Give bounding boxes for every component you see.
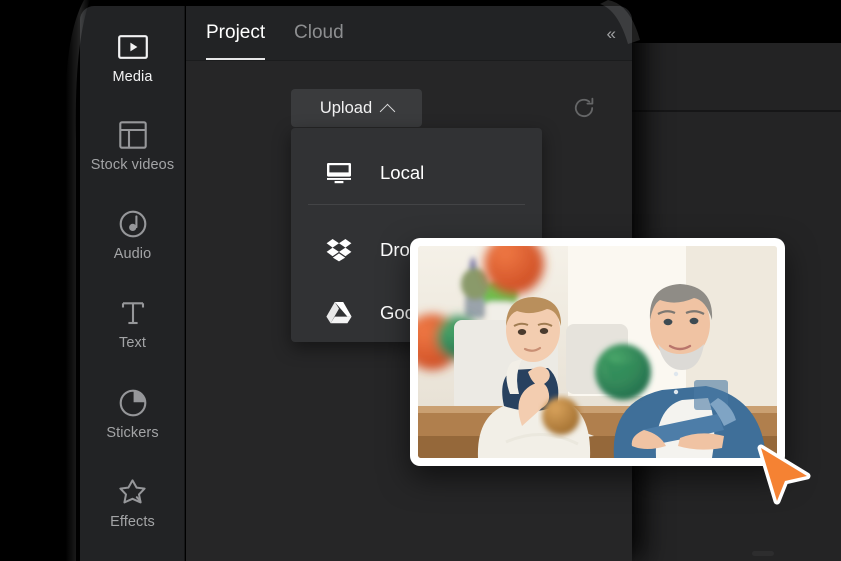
sidebar-item-label: Media [112,69,153,85]
background-app-divider [628,110,841,112]
upload-button-label: Upload [319,98,373,117]
tab-label: Cloud [294,22,344,43]
media-play-rectangle-icon [80,30,185,64]
stock-videos-layout-icon [80,118,185,152]
refresh-icon[interactable] [573,97,595,124]
google-drive-icon [326,300,352,326]
photo-illustration [418,246,777,458]
sidebar-item-effects[interactable]: Effects [80,475,185,531]
sidebar-item-media[interactable]: Media [80,30,185,86]
sidebar-rail: Media Stock videos Audio Text Stickers E… [80,6,185,561]
panel-tabbar: Project Cloud « [186,6,632,61]
effects-star-icon [80,475,185,509]
text-t-icon [80,296,185,330]
menu-item-local[interactable]: Local [291,141,542,204]
sidebar-item-label: Stock videos [90,157,175,173]
dropbox-icon [326,237,352,263]
media-thumbnail-card[interactable] [410,238,785,466]
tab-project[interactable]: Project [206,22,266,60]
tab-label: Project [206,22,266,43]
sidebar-item-label: Effects [110,514,155,530]
sidebar-item-label: Audio [113,246,152,262]
menu-mid-padding [291,205,542,218]
audio-note-icon [80,207,185,241]
panel-toolbar: Upload [186,61,632,131]
sidebar-item-label: Text [119,335,146,351]
screenshot-root: Media Stock videos Audio Text Stickers E… [0,0,841,561]
upload-button[interactable]: Upload [291,89,422,127]
media-thumbnail-photo [418,246,777,458]
stickers-circle-icon [80,386,185,420]
chevron-up-icon [379,103,396,119]
menu-item-label: Local [380,161,425,183]
double-chevron-left-icon[interactable]: « [607,24,617,44]
tab-cloud[interactable]: Cloud [294,22,344,44]
sidebar-item-audio[interactable]: Audio [80,207,185,263]
tab-active-underline [206,58,266,60]
sidebar-item-text[interactable]: Text [80,296,185,352]
sidebar-item-stickers[interactable]: Stickers [80,386,185,442]
background-app-handle [752,551,774,556]
menu-top-padding [291,128,542,141]
sidebar-item-stock-videos[interactable]: Stock videos [80,118,185,174]
monitor-icon [326,160,352,186]
sidebar-item-label: Stickers [106,425,159,441]
